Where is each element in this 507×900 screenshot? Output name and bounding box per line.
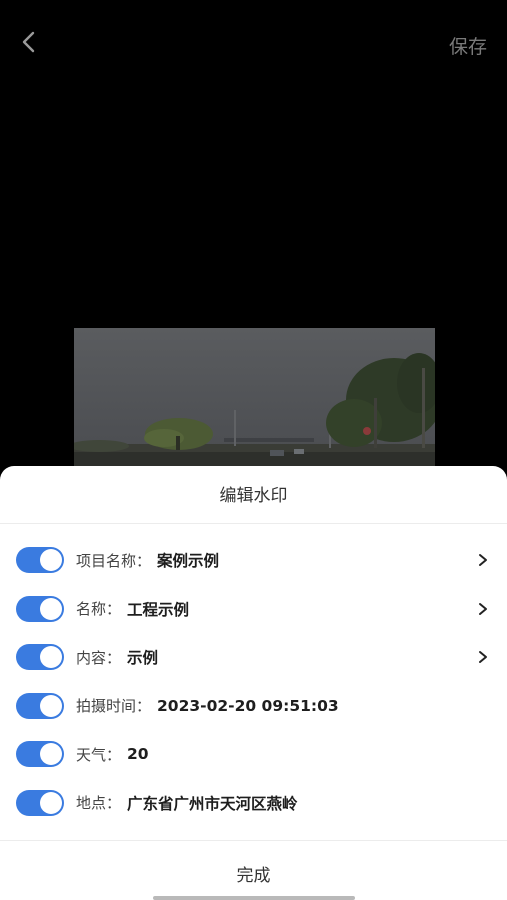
back-button[interactable] xyxy=(16,28,44,56)
weather-toggle[interactable] xyxy=(16,741,64,768)
toggle-knob xyxy=(40,743,62,766)
field-value: 2023-02-20 09:51:03 xyxy=(157,696,339,715)
top-bar: 保存 xyxy=(0,0,507,86)
field-row-capture-time: 拍摄时间： 2023-02-20 09:51:03 xyxy=(0,682,507,731)
capture-time-toggle[interactable] xyxy=(16,692,64,719)
field-value: 示例 xyxy=(127,649,159,668)
toggle-knob xyxy=(40,646,62,669)
toggle-knob xyxy=(40,597,62,620)
watermark-edit-sheet: 编辑水印 项目名称： 案例示例 名称： 工程示例 内容： 示例 拍摄时间： 20… xyxy=(0,466,507,900)
toggle-knob xyxy=(40,694,62,717)
field-label: 名称： xyxy=(76,600,122,619)
chevron-left-icon xyxy=(22,31,35,53)
field-row-name[interactable]: 名称： 工程示例 xyxy=(0,585,507,634)
chevron-right-icon[interactable] xyxy=(477,650,489,664)
done-button[interactable]: 完成 xyxy=(0,861,507,886)
field-label: 内容： xyxy=(76,648,122,667)
field-value: 案例示例 xyxy=(157,552,220,571)
sheet-title: 编辑水印 xyxy=(0,466,507,524)
save-button[interactable]: 保存 xyxy=(449,32,487,59)
field-label: 天气： xyxy=(76,745,122,764)
field-row-location: 地点： 广东省广州市天河区燕岭 xyxy=(0,779,507,828)
field-row-project-name[interactable]: 项目名称： 案例示例 xyxy=(0,536,507,585)
field-value: 广东省广州市天河区燕岭 xyxy=(127,794,298,813)
name-toggle[interactable] xyxy=(16,595,64,622)
field-value: 20 xyxy=(127,745,149,764)
content-toggle[interactable] xyxy=(16,644,64,671)
field-label: 地点： xyxy=(76,794,122,813)
toggle-knob xyxy=(40,791,62,814)
field-value: 工程示例 xyxy=(127,600,190,619)
chevron-right-icon[interactable] xyxy=(477,553,489,567)
home-indicator xyxy=(153,896,355,900)
field-row-weather: 天气： 20 xyxy=(0,730,507,779)
field-row-content[interactable]: 内容： 示例 xyxy=(0,633,507,682)
field-label: 项目名称： xyxy=(76,551,152,570)
location-toggle[interactable] xyxy=(16,789,64,816)
chevron-right-icon[interactable] xyxy=(477,602,489,616)
toggle-knob xyxy=(40,549,62,572)
project-name-toggle[interactable] xyxy=(16,547,64,574)
photo-image xyxy=(74,328,435,466)
watermark-fields-list: 项目名称： 案例示例 名称： 工程示例 内容： 示例 拍摄时间： 2023-02… xyxy=(0,524,507,827)
photo-preview xyxy=(74,328,435,466)
footer-bar: 完成 xyxy=(0,840,507,900)
field-label: 拍摄时间： xyxy=(76,697,152,716)
